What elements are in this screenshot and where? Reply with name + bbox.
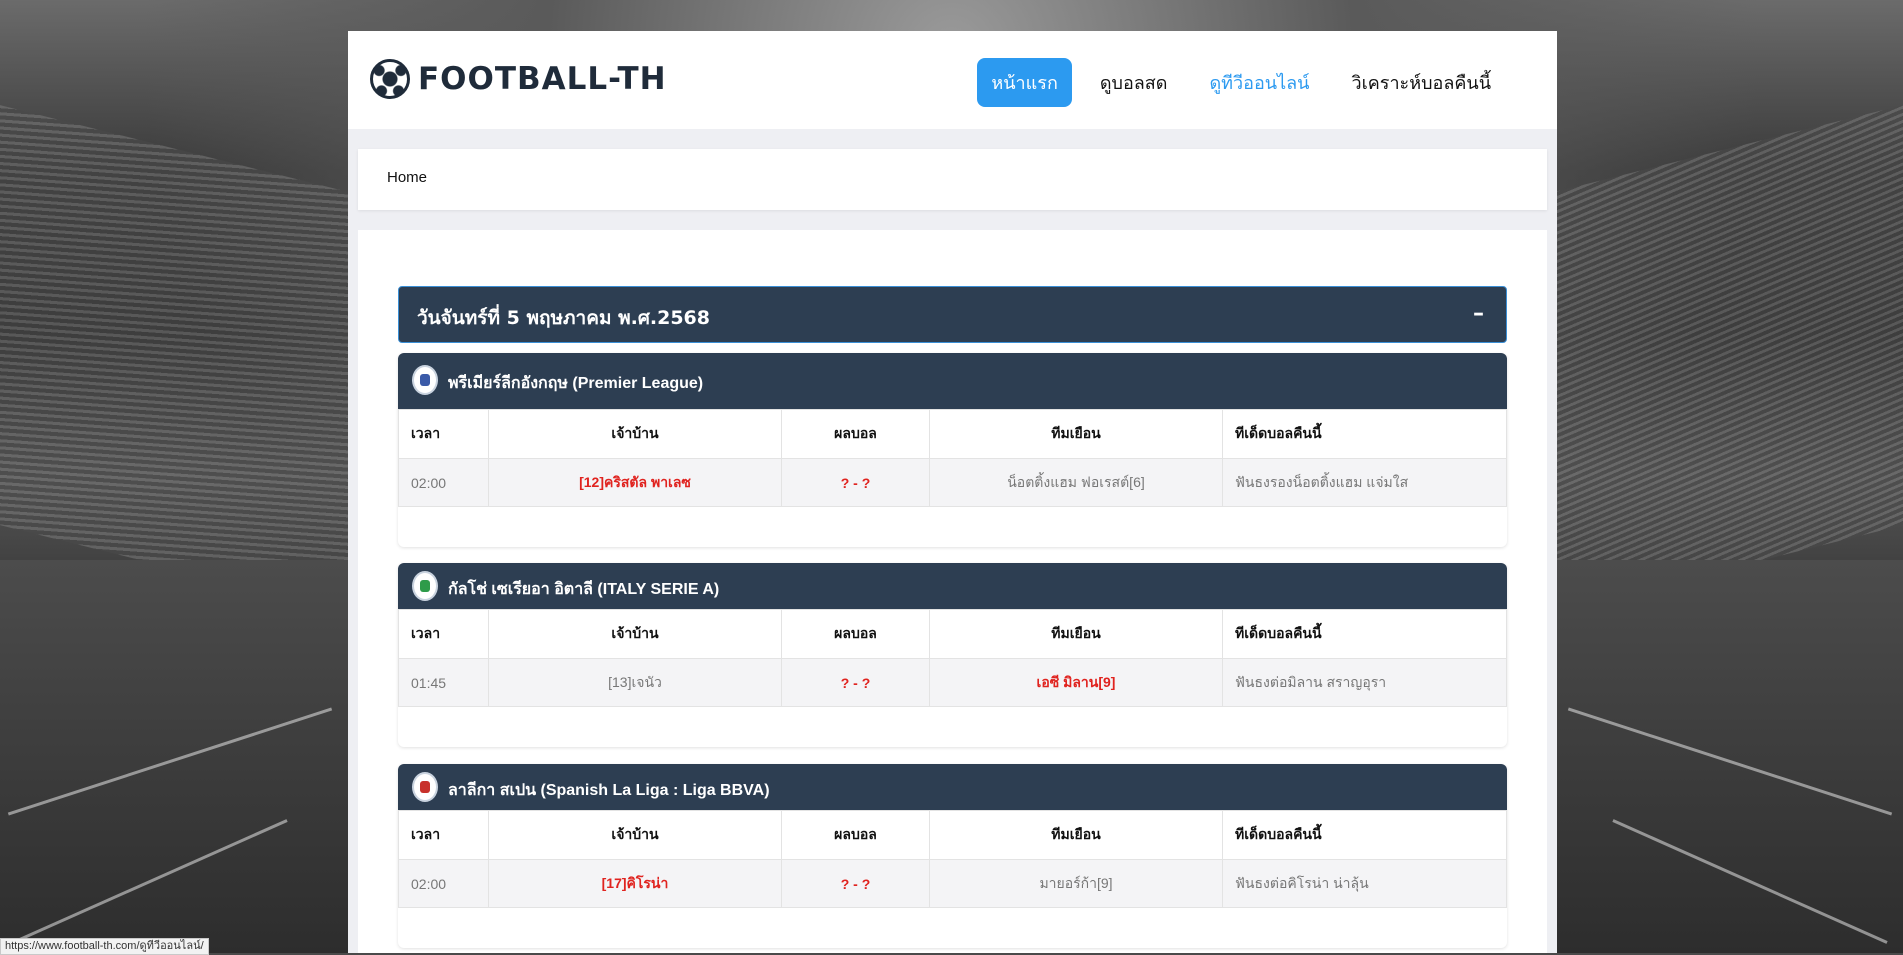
table-header-row: เวลา เจ้าบ้าน ผลบอล ทีมเยือน ทีเด็ดบอลคื…: [398, 409, 1507, 459]
col-score: ผลบอล: [781, 810, 930, 860]
col-away: ทีมเยือน: [929, 810, 1223, 860]
date-accordion-header[interactable]: วันจันทร์ที่ 5 พฤษภาคม พ.ศ.2568 –: [398, 286, 1507, 343]
collapse-icon[interactable]: –: [1473, 301, 1484, 326]
browser-status-url: https://www.football-th.com/ดูทีวีออนไลน…: [0, 938, 209, 955]
nav-live-football[interactable]: ดูบอลสด: [1086, 58, 1182, 107]
col-time: เวลา: [398, 409, 489, 459]
match-table: เวลา เจ้าบ้าน ผลบอล ทีมเยือน ทีเด็ดบอลคื…: [398, 609, 1507, 707]
match-score: ? - ?: [781, 859, 930, 908]
away-team: น็อตติ้งแฮม ฟอเรสต์[6]: [929, 458, 1223, 507]
soccer-ball-icon: [370, 59, 410, 99]
stadium-stand-right: [1543, 105, 1903, 615]
league-title: พรีเมียร์ลีกอังกฤษ (Premier League): [448, 375, 704, 392]
away-team: มายอร์ก้า[9]: [929, 859, 1223, 908]
breadcrumb-home[interactable]: Home: [387, 169, 427, 186]
league-card: พรีเมียร์ลีกอังกฤษ (Premier League) เวลา…: [398, 353, 1507, 547]
table-header-row: เวลา เจ้าบ้าน ผลบอล ทีมเยือน ทีเด็ดบอลคื…: [398, 810, 1507, 860]
match-score: ? - ?: [781, 458, 930, 507]
match-time: 02:00: [398, 859, 489, 908]
table-header-row: เวลา เจ้าบ้าน ผลบอล ทีมเยือน ทีเด็ดบอลคื…: [398, 609, 1507, 659]
col-tip: ทีเด็ดบอลคืนนี้: [1222, 810, 1507, 860]
table-row[interactable]: 02:00 [12]คริสตัล พาเลซ ? - ? น็อตติ้งแฮ…: [398, 458, 1507, 507]
col-home: เจ้าบ้าน: [488, 609, 782, 659]
main-content: วันจันทร์ที่ 5 พฤษภาคม พ.ศ.2568 – พรีเมี…: [358, 230, 1547, 953]
home-team: [13]เจนัว: [488, 658, 782, 707]
league-header: ลาลีกา สเปน (Spanish La Liga : Liga BBVA…: [398, 764, 1507, 810]
match-tip: ฟันธงรองน็อตติ้งแฮม แจ่มใส: [1222, 458, 1507, 507]
match-time: 01:45: [398, 658, 489, 707]
main-nav: หน้าแรก ดูบอลสด ดูทีวีออนไลน์ วิเคราะห์บ…: [963, 58, 1505, 107]
match-tip: ฟันธงต่อคิโรน่า น่าลุ้น: [1222, 859, 1507, 908]
col-time: เวลา: [398, 810, 489, 860]
col-time: เวลา: [398, 609, 489, 659]
match-tip: ฟันธงต่อมิลาน สราญอุรา: [1222, 658, 1507, 707]
table-row[interactable]: 02:00 [17]คิโรน่า ? - ? มายอร์ก้า[9] ฟัน…: [398, 859, 1507, 908]
nav-home[interactable]: หน้าแรก: [977, 58, 1072, 107]
match-table: เวลา เจ้าบ้าน ผลบอล ทีมเยือน ทีเด็ดบอลคื…: [398, 810, 1507, 908]
col-home: เจ้าบ้าน: [488, 810, 782, 860]
col-score: ผลบอล: [781, 609, 930, 659]
match-table: เวลา เจ้าบ้าน ผลบอล ทีมเยือน ทีเด็ดบอลคื…: [398, 409, 1507, 507]
home-team: [17]คิโรน่า: [488, 859, 782, 908]
page-container: FOOTBALL-TH หน้าแรก ดูบอลสด ดูทีวีออนไลน…: [348, 31, 1557, 953]
col-away: ทีมเยือน: [929, 409, 1223, 459]
league-header: กัลโช่ เซเรียอา อิตาลี (ITALY SERIE A): [398, 563, 1507, 609]
league-footer: [398, 507, 1507, 547]
site-logo[interactable]: FOOTBALL-TH: [370, 59, 667, 99]
site-header: FOOTBALL-TH หน้าแรก ดูบอลสด ดูทีวีออนไลน…: [348, 31, 1557, 129]
col-score: ผลบอล: [781, 409, 930, 459]
date-title: วันจันทร์ที่ 5 พฤษภาคม พ.ศ.2568: [417, 307, 710, 329]
league-title: กัลโช่ เซเรียอา อิตาลี (ITALY SERIE A): [448, 581, 720, 598]
league-header: พรีเมียร์ลีกอังกฤษ (Premier League): [398, 353, 1507, 409]
serie-a-icon: [412, 571, 438, 601]
match-score: ? - ?: [781, 658, 930, 707]
nav-tv-online[interactable]: ดูทีวีออนไลน์: [1195, 58, 1323, 107]
stadium-stand-left: [0, 105, 360, 615]
logo-text: FOOTBALL-TH: [418, 61, 667, 97]
col-tip: ทีเด็ดบอลคืนนี้: [1222, 409, 1507, 459]
home-team: [12]คริสตัล พาเลซ: [488, 458, 782, 507]
nav-analysis-tonight[interactable]: วิเคราะห์บอลคืนนี้: [1337, 58, 1505, 107]
away-team: เอซี มิลาน[9]: [929, 658, 1223, 707]
la-liga-icon: [412, 772, 438, 802]
league-title: ลาลีกา สเปน (Spanish La Liga : Liga BBVA…: [448, 782, 770, 799]
league-footer: [398, 908, 1507, 948]
col-home: เจ้าบ้าน: [488, 409, 782, 459]
col-away: ทีมเยือน: [929, 609, 1223, 659]
league-footer: [398, 707, 1507, 747]
premier-league-icon: [412, 365, 438, 395]
match-time: 02:00: [398, 458, 489, 507]
league-card: ลาลีกา สเปน (Spanish La Liga : Liga BBVA…: [398, 764, 1507, 948]
table-row[interactable]: 01:45 [13]เจนัว ? - ? เอซี มิลาน[9] ฟันธ…: [398, 658, 1507, 707]
league-card: กัลโช่ เซเรียอา อิตาลี (ITALY SERIE A) เ…: [398, 563, 1507, 747]
col-tip: ทีเด็ดบอลคืนนี้: [1222, 609, 1507, 659]
breadcrumb: Home: [358, 149, 1547, 210]
